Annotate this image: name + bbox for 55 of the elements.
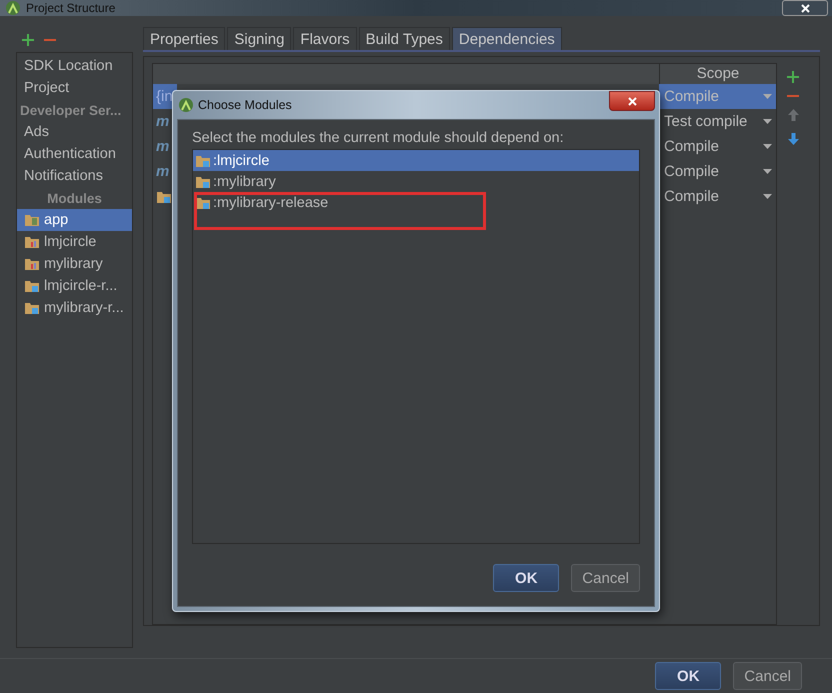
sidebar-item[interactable]: Project — [17, 77, 132, 99]
dropdown-caret-icon — [763, 94, 772, 99]
tab[interactable]: Dependencies — [452, 27, 562, 50]
sidebar-item[interactable]: Authentication — [17, 143, 132, 165]
library-folder-icon — [24, 257, 40, 271]
android-logo-icon — [179, 98, 193, 112]
module-item[interactable]: :mylibrary — [193, 171, 639, 192]
sidebar-item[interactable]: app — [17, 209, 132, 231]
module-folder-icon — [24, 301, 40, 315]
dropdown-caret-icon — [763, 144, 772, 149]
module-folder-icon — [24, 279, 40, 293]
move-up-icon[interactable] — [788, 109, 798, 121]
window-title: Project Structure — [26, 1, 116, 15]
module-folder-icon — [195, 174, 211, 188]
module-folder-icon — [195, 196, 211, 210]
dropdown-caret-icon — [763, 119, 772, 124]
module-folder-icon — [195, 154, 211, 168]
close-icon — [628, 96, 636, 106]
add-icon[interactable] — [22, 34, 34, 46]
app-folder-icon — [24, 213, 40, 227]
add-icon[interactable] — [787, 71, 799, 83]
dialog-prompt: Select the modules the current module should depend on: — [192, 130, 565, 146]
module-item[interactable]: :mylibrary-release — [193, 192, 639, 213]
sidebar-item[interactable]: mylibrary-r... — [17, 297, 132, 319]
scope-dropdown[interactable]: Test compile — [659, 109, 776, 134]
library-folder-icon — [24, 235, 40, 249]
sidebar-item[interactable]: lmjcircle-r... — [17, 275, 132, 297]
cancel-button[interactable]: Cancel — [571, 564, 640, 592]
sidebar-item[interactable]: SDK Location — [17, 55, 132, 77]
dialog-title: Choose Modules — [198, 98, 292, 112]
close-button[interactable] — [609, 91, 655, 111]
module-item[interactable]: :lmjcircle — [193, 150, 639, 171]
dropdown-caret-icon — [763, 194, 772, 199]
sidebar-item[interactable]: Ads — [17, 121, 132, 143]
scope-dropdown[interactable]: Compile — [659, 184, 776, 209]
tab[interactable]: Build Types — [358, 27, 450, 50]
tab[interactable]: Signing — [227, 27, 292, 50]
scope-dropdown[interactable]: Compile — [659, 134, 776, 159]
sidebar-item[interactable]: lmjcircle — [17, 231, 132, 253]
sidebar-header: Modules — [46, 190, 103, 208]
move-down-icon[interactable] — [788, 133, 798, 145]
ok-button[interactable]: OK — [493, 564, 560, 592]
ok-button[interactable]: OK — [655, 662, 722, 690]
sidebar-item[interactable]: mylibrary — [17, 253, 132, 275]
cancel-button[interactable]: Cancel — [733, 662, 802, 690]
module-folder-icon — [156, 190, 172, 204]
tab[interactable]: Flavors — [293, 27, 357, 50]
close-icon — [800, 4, 810, 12]
dropdown-caret-icon — [763, 169, 772, 174]
tab[interactable]: Properties — [143, 27, 226, 50]
sidebar-item[interactable]: Notifications — [17, 165, 132, 187]
scope-dropdown[interactable]: Compile — [659, 159, 776, 184]
sidebar-header: Developer Ser... — [19, 102, 122, 120]
android-logo-icon — [6, 1, 20, 15]
close-button[interactable] — [782, 0, 828, 16]
